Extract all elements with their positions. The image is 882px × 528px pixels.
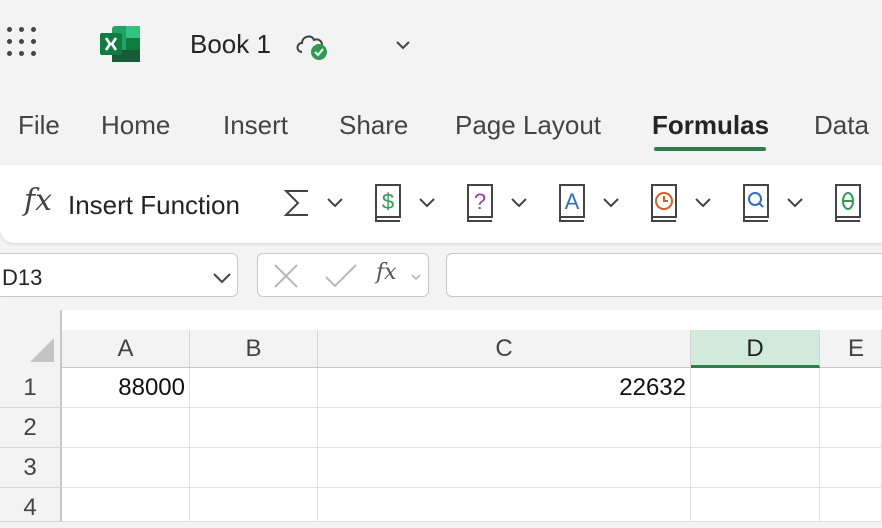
svg-text:A: A bbox=[565, 189, 580, 214]
cell-e2[interactable] bbox=[820, 408, 882, 448]
cell-b4[interactable] bbox=[190, 488, 318, 522]
chevron-down-icon[interactable] bbox=[410, 272, 422, 282]
cell-d4[interactable] bbox=[691, 488, 820, 522]
chevron-down-icon[interactable] bbox=[326, 196, 344, 210]
insert-function-button[interactable]: Insert Function bbox=[68, 190, 240, 221]
chevron-down-icon[interactable] bbox=[786, 196, 804, 210]
financial-icon[interactable]: $ bbox=[372, 183, 404, 223]
workbook-title[interactable]: Book 1 bbox=[190, 29, 271, 60]
svg-text:$: $ bbox=[382, 189, 394, 214]
cell-d2[interactable] bbox=[691, 408, 820, 448]
text-icon[interactable]: A bbox=[556, 183, 588, 223]
tab-file[interactable]: File bbox=[18, 110, 60, 141]
insert-function-icon[interactable]: fx bbox=[24, 183, 52, 218]
tab-share[interactable]: Share bbox=[339, 110, 408, 141]
formula-input[interactable] bbox=[446, 253, 882, 297]
logical-icon[interactable]: ? bbox=[464, 183, 496, 223]
cell-a1[interactable]: 88000 bbox=[62, 368, 190, 408]
insert-function-fx-icon[interactable]: fx bbox=[376, 260, 397, 285]
cell-b3[interactable] bbox=[190, 448, 318, 488]
cell-c2[interactable] bbox=[318, 408, 691, 448]
cell-b1[interactable] bbox=[190, 368, 318, 408]
cell-a4[interactable] bbox=[62, 488, 190, 522]
svg-text:?: ? bbox=[474, 189, 486, 214]
chevron-down-icon[interactable] bbox=[211, 270, 233, 286]
cloud-saved-icon[interactable] bbox=[294, 28, 330, 62]
cell-c4[interactable] bbox=[318, 488, 691, 522]
cell-a3[interactable] bbox=[62, 448, 190, 488]
cell-e4[interactable] bbox=[820, 488, 882, 522]
row-header-2[interactable]: 2 bbox=[0, 408, 62, 448]
row-header-3[interactable]: 3 bbox=[0, 448, 62, 488]
math-trig-icon[interactable] bbox=[832, 183, 864, 223]
cell-e3[interactable] bbox=[820, 448, 882, 488]
chevron-down-icon[interactable] bbox=[418, 196, 436, 210]
cell-b2[interactable] bbox=[190, 408, 318, 448]
select-all-corner[interactable] bbox=[0, 310, 62, 368]
tab-home[interactable]: Home bbox=[101, 110, 170, 141]
tab-page-layout[interactable]: Page Layout bbox=[455, 110, 601, 141]
select-all-icon bbox=[30, 338, 54, 362]
row-header-4[interactable]: 4 bbox=[0, 488, 62, 522]
name-box-value: D13 bbox=[2, 265, 43, 290]
enter-icon[interactable] bbox=[324, 263, 358, 289]
app-launcher-icon[interactable] bbox=[7, 27, 39, 59]
column-header-d[interactable]: D bbox=[691, 330, 820, 368]
column-header-e[interactable]: E bbox=[820, 330, 882, 368]
chevron-down-icon[interactable] bbox=[694, 196, 712, 210]
cell-c3[interactable] bbox=[318, 448, 691, 488]
row-header-1[interactable]: 1 bbox=[0, 368, 62, 408]
cell-c1[interactable]: 22632 bbox=[318, 368, 691, 408]
chevron-down-icon[interactable] bbox=[394, 36, 412, 54]
active-tab-indicator bbox=[654, 147, 766, 151]
chevron-down-icon[interactable] bbox=[510, 196, 528, 210]
column-header-a[interactable]: A bbox=[62, 330, 190, 368]
cell-d1[interactable] bbox=[691, 368, 820, 408]
tab-data[interactable]: Data bbox=[814, 110, 869, 141]
excel-logo-icon bbox=[100, 26, 140, 62]
cancel-icon[interactable] bbox=[272, 263, 300, 289]
tab-formulas[interactable]: Formulas bbox=[652, 110, 769, 141]
date-time-icon[interactable] bbox=[648, 183, 680, 223]
lookup-reference-icon[interactable] bbox=[740, 183, 772, 223]
cell-a2[interactable] bbox=[62, 408, 190, 448]
autosum-icon[interactable] bbox=[282, 183, 312, 223]
cell-e1[interactable] bbox=[820, 368, 882, 408]
column-header-c[interactable]: C bbox=[318, 330, 691, 368]
cell-d3[interactable] bbox=[691, 448, 820, 488]
chevron-down-icon[interactable] bbox=[602, 196, 620, 210]
column-header-b[interactable]: B bbox=[190, 330, 318, 368]
tab-insert[interactable]: Insert bbox=[223, 110, 288, 141]
